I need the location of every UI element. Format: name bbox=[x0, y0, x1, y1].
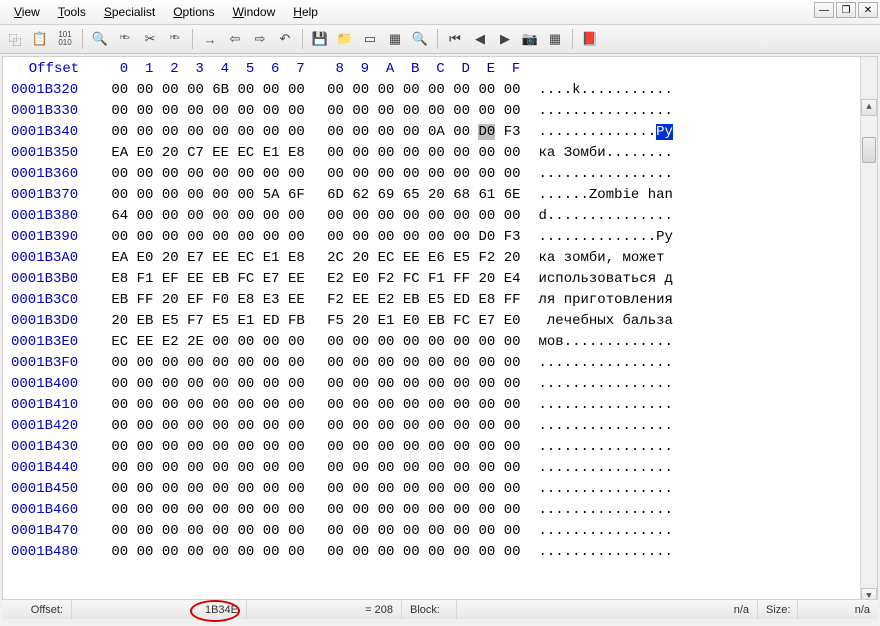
ram-icon[interactable]: ▭ bbox=[359, 28, 381, 50]
hex-row[interactable]: 0001B380 64 00 00 00 00 00 00 00 00 00 0… bbox=[11, 206, 856, 227]
hex-row[interactable]: 0001B420 00 00 00 00 00 00 00 00 00 00 0… bbox=[11, 416, 856, 437]
status-offset-label: Offset: bbox=[2, 600, 72, 619]
status-bar: Offset: 1B34E = 208 Block: n/a Size: n/a bbox=[2, 599, 878, 619]
nav-next-icon[interactable]: ▶ bbox=[494, 28, 516, 50]
find-icon[interactable]: 🔍 bbox=[89, 28, 111, 50]
hex-row[interactable]: 0001B3B0 E8 F1 EF EE EB FC E7 EE E2 E0 F… bbox=[11, 269, 856, 290]
menu-tools[interactable]: Tools bbox=[50, 3, 94, 21]
hex-row[interactable]: 0001B450 00 00 00 00 00 00 00 00 00 00 0… bbox=[11, 479, 856, 500]
hex-row[interactable]: 0001B470 00 00 00 00 00 00 00 00 00 00 0… bbox=[11, 521, 856, 542]
scroll-up-button[interactable]: ▲ bbox=[861, 99, 877, 116]
replace-hex-icon[interactable]: ᴴᴱˣ bbox=[164, 28, 186, 50]
vertical-scrollbar[interactable]: ▲ ▼ bbox=[860, 57, 877, 605]
status-block-value: n/a bbox=[457, 600, 758, 619]
copy-icon[interactable]: ⿻ bbox=[4, 28, 26, 50]
hex-row[interactable]: 0001B3F0 00 00 00 00 00 00 00 00 00 00 0… bbox=[11, 353, 856, 374]
toolbar-separator bbox=[302, 29, 303, 49]
toolbar-separator bbox=[572, 29, 573, 49]
forward-icon[interactable]: ⇨ bbox=[249, 28, 271, 50]
hex-row[interactable]: 0001B480 00 00 00 00 00 00 00 00 00 00 0… bbox=[11, 542, 856, 563]
mdi-close-button[interactable]: ✕ bbox=[858, 2, 878, 18]
status-block-label: Block: bbox=[402, 600, 457, 619]
status-offset-value: 1B34E bbox=[72, 600, 247, 619]
hex-row[interactable]: 0001B3A0 EA E0 20 E7 EE EC E1 E8 2C 20 E… bbox=[11, 248, 856, 269]
status-size-value: n/a bbox=[798, 600, 878, 619]
hex-row[interactable]: 0001B390 00 00 00 00 00 00 00 00 00 00 0… bbox=[11, 227, 856, 248]
paste-icon[interactable]: 📋 bbox=[29, 28, 51, 50]
toolbar-separator bbox=[437, 29, 438, 49]
menu-view[interactable]: View bbox=[6, 3, 48, 21]
mdi-minimize-button[interactable]: — bbox=[814, 2, 834, 18]
hex-row[interactable]: 0001B340 00 00 00 00 00 00 00 00 00 00 0… bbox=[11, 122, 856, 143]
grid-icon[interactable]: ▦ bbox=[544, 28, 566, 50]
hex-row[interactable]: 0001B440 00 00 00 00 00 00 00 00 00 00 0… bbox=[11, 458, 856, 479]
folder-icon[interactable]: 📁 bbox=[334, 28, 356, 50]
menu-window[interactable]: Window bbox=[225, 3, 284, 21]
hex-header-row: Offset 0 1 2 3 4 5 6 7 8 9 A B C D E F bbox=[11, 59, 856, 80]
menu-specialist[interactable]: Specialist bbox=[96, 3, 163, 21]
hex-row[interactable]: 0001B3C0 EB FF 20 EF F0 E8 E3 EE F2 EE E… bbox=[11, 290, 856, 311]
mdi-restore-button[interactable]: ❐ bbox=[836, 2, 856, 18]
hex-row[interactable]: 0001B320 00 00 00 00 6B 00 00 00 00 00 0… bbox=[11, 80, 856, 101]
hex-row[interactable]: 0001B3D0 20 EB E5 F7 E5 E1 ED FB F5 20 E… bbox=[11, 311, 856, 332]
menu-bar: View Tools Specialist Options Window Hel… bbox=[0, 0, 880, 25]
calc-icon[interactable]: ▦ bbox=[384, 28, 406, 50]
hex-row[interactable]: 0001B410 00 00 00 00 00 00 00 00 00 00 0… bbox=[11, 395, 856, 416]
status-size-label: Size: bbox=[758, 600, 798, 619]
toolbar: ⿻ 📋 101 010 🔍 ᴴᴱˣ ✂ ᴴᴱˣ → ⇦ ⇨ ↶ 💾 📁 ▭ ▦ … bbox=[0, 25, 880, 54]
hex-row[interactable]: 0001B330 00 00 00 00 00 00 00 00 00 00 0… bbox=[11, 101, 856, 122]
menu-help[interactable]: Help bbox=[285, 3, 326, 21]
goto-icon[interactable]: → bbox=[199, 28, 221, 50]
binary-icon[interactable]: 101 010 bbox=[54, 28, 76, 50]
find-hex-icon[interactable]: ᴴᴱˣ bbox=[114, 28, 136, 50]
hex-row[interactable]: 0001B3E0 EC EE E2 2E 00 00 00 00 00 00 0… bbox=[11, 332, 856, 353]
menu-options[interactable]: Options bbox=[165, 3, 222, 21]
status-byte-value: = 208 bbox=[247, 600, 402, 619]
toolbar-separator bbox=[192, 29, 193, 49]
toolbar-separator bbox=[82, 29, 83, 49]
hex-row[interactable]: 0001B360 00 00 00 00 00 00 00 00 00 00 0… bbox=[11, 164, 856, 185]
undo-icon[interactable]: ↶ bbox=[274, 28, 296, 50]
disk-icon[interactable]: 💾 bbox=[309, 28, 331, 50]
nav-first-icon[interactable]: ⏮ bbox=[444, 28, 466, 50]
scroll-thumb[interactable] bbox=[862, 137, 876, 163]
hex-row[interactable]: 0001B400 00 00 00 00 00 00 00 00 00 00 0… bbox=[11, 374, 856, 395]
zoom-icon[interactable]: 🔍 bbox=[409, 28, 431, 50]
hex-editor[interactable]: Offset 0 1 2 3 4 5 6 7 8 9 A B C D E F00… bbox=[2, 56, 878, 606]
hex-row[interactable]: 0001B430 00 00 00 00 00 00 00 00 00 00 0… bbox=[11, 437, 856, 458]
hex-row[interactable]: 0001B370 00 00 00 00 00 00 5A 6F 6D 62 6… bbox=[11, 185, 856, 206]
hex-row[interactable]: 0001B350 EA E0 20 C7 EE EC E1 E8 00 00 0… bbox=[11, 143, 856, 164]
help-icon[interactable]: 📕 bbox=[579, 28, 601, 50]
camera-icon[interactable]: 📷 bbox=[519, 28, 541, 50]
hex-row[interactable]: 0001B460 00 00 00 00 00 00 00 00 00 00 0… bbox=[11, 500, 856, 521]
nav-prev-icon[interactable]: ◀ bbox=[469, 28, 491, 50]
back-icon[interactable]: ⇦ bbox=[224, 28, 246, 50]
tool-icon[interactable]: ✂ bbox=[139, 28, 161, 50]
mdi-window-controls: — ❐ ✕ bbox=[814, 2, 878, 18]
